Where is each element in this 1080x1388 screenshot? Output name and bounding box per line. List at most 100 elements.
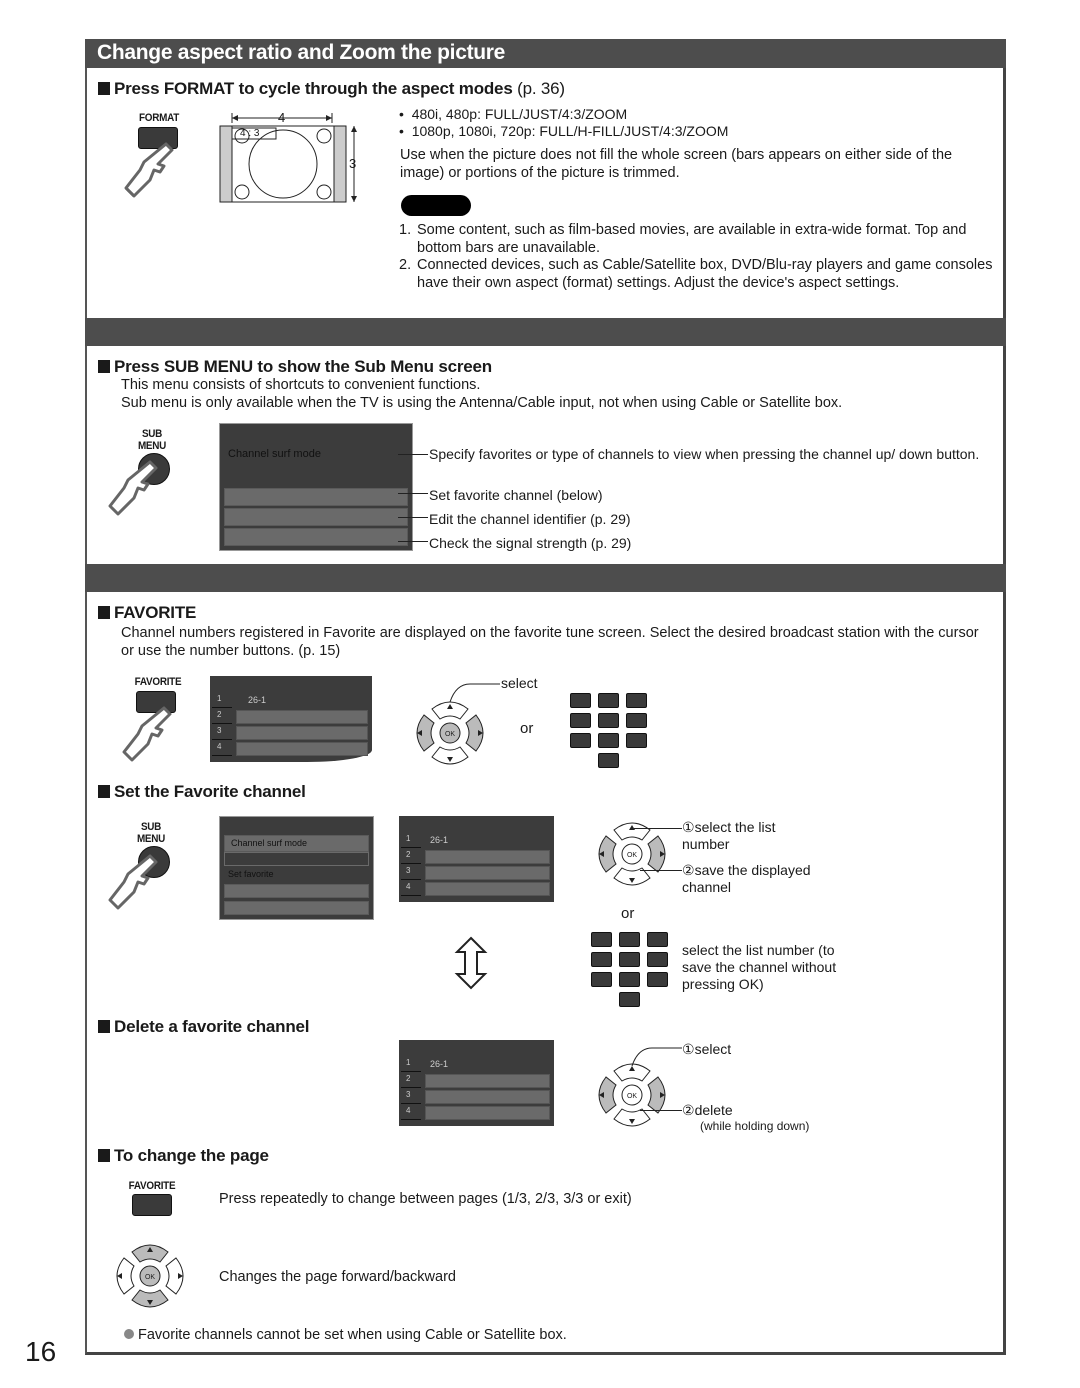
aspect-ratio-diagram [219, 113, 357, 203]
favorite-button-label: FAVORITE [128, 1180, 176, 1192]
callout-set-favorite: Set favorite channel (below) [429, 487, 603, 503]
notes-list: 1. Some content, such as film-based movie… [399, 222, 999, 292]
format-description: Use when the picture does not fill the w… [400, 147, 953, 181]
favorite-slot[interactable] [236, 742, 368, 756]
submenu-button-label: SUB MENU [137, 428, 167, 452]
submenu-screen: Channel surf mode Set favorite [219, 816, 374, 920]
heading-submenu: Press SUB MENU to show the Sub Menu scre… [98, 357, 492, 377]
callout-signal-strength: Check the signal strength (p. 29) [429, 535, 632, 551]
number-key[interactable] [570, 733, 591, 748]
favorite-channel[interactable]: 26-1 [430, 835, 448, 845]
callout-edit-identifier: Edit the channel identifier (p. 29) [429, 511, 631, 527]
callout-line [640, 1110, 682, 1111]
step-select-list: ①select the list number [682, 819, 776, 852]
svg-text:OK: OK [145, 1274, 155, 1281]
menu-item-signal-meter[interactable] [224, 528, 408, 546]
heading-delete-favorite: Delete a favorite channel [98, 1017, 310, 1037]
favorite-description: Channel numbers registered in Favorite a… [121, 625, 979, 659]
cable-note: Favorite channels cannot be set when usi… [124, 1327, 567, 1345]
menu-item-edit-identifier[interactable] [224, 884, 369, 898]
page-number: 16 [25, 1336, 57, 1367]
menu-item-channel-surf[interactable]: Channel surf mode [228, 448, 321, 460]
bullet-square-icon [98, 606, 110, 619]
number-key[interactable] [619, 952, 640, 967]
favorite-slot[interactable] [425, 1106, 550, 1120]
favorite-button[interactable] [132, 1194, 172, 1216]
pressing-hand-icon [122, 706, 172, 762]
heading-format: Press FORMAT to cycle through the aspect… [98, 79, 565, 99]
number-key[interactable] [598, 733, 619, 748]
bullet-square-icon [98, 785, 110, 798]
svg-text:OK: OK [627, 1093, 637, 1100]
menu-item-set-favorite[interactable] [224, 488, 408, 506]
number-key[interactable] [647, 952, 668, 967]
favorite-channel[interactable]: 26-1 [248, 695, 266, 705]
submenu-intro: This menu consists of shortcuts to conve… [121, 377, 843, 411]
number-key[interactable] [626, 693, 647, 708]
callout-line [640, 870, 682, 871]
menu-item-channel-surf[interactable]: Channel surf mode [224, 835, 369, 852]
number-key[interactable] [647, 972, 668, 987]
favorite-slot[interactable] [425, 866, 550, 880]
heading-set-favorite: Set the Favorite channel [98, 782, 306, 802]
dpad-icon[interactable]: OK [410, 695, 490, 771]
number-key[interactable] [626, 713, 647, 728]
favorite-channel[interactable]: 26-1 [430, 1059, 448, 1069]
pressing-hand-icon [124, 142, 174, 198]
callout-line [634, 828, 682, 829]
number-key[interactable] [619, 992, 640, 1007]
bullet-square-icon [98, 82, 110, 95]
number-key[interactable] [598, 693, 619, 708]
format-button-label: FORMAT [139, 112, 179, 124]
or-label: or [621, 905, 635, 922]
submenu-button-label: SUB MENU [136, 821, 166, 845]
number-key[interactable] [619, 932, 640, 947]
favorite-button-label: FAVORITE [134, 676, 182, 688]
favorite-list-screen: 1 26-1 2 3 4 [399, 1040, 554, 1126]
favorite-slot[interactable] [425, 1074, 550, 1088]
number-key[interactable] [591, 952, 612, 967]
svg-text:OK: OK [627, 852, 637, 859]
number-key[interactable] [570, 713, 591, 728]
dpad-icon[interactable]: OK [110, 1238, 190, 1314]
number-key[interactable] [591, 932, 612, 947]
number-key[interactable] [591, 972, 612, 987]
number-key[interactable] [647, 932, 668, 947]
menu-item-set-favorite[interactable]: Set favorite [228, 869, 274, 879]
diagram-width-label: 4 [278, 110, 286, 125]
bullet-square-icon [98, 1149, 110, 1162]
callout-line [398, 541, 428, 542]
favorite-slot[interactable] [425, 882, 550, 896]
number-key[interactable] [570, 693, 591, 708]
callout-line [398, 454, 428, 455]
svg-text:OK: OK [445, 731, 455, 738]
number-key[interactable] [598, 753, 619, 768]
menu-item-option[interactable] [224, 852, 369, 866]
mode-item: • 1080p, 1080i, 720p: FULL/H-FILL/JUST/4… [399, 123, 729, 139]
favorite-page-desc: Press repeatedly to change between pages… [219, 1191, 632, 1207]
bullet-dot-icon [124, 1329, 134, 1339]
bidirectional-arrow-icon [454, 936, 488, 990]
step-select: ①select [682, 1041, 732, 1057]
favorite-slot[interactable] [425, 850, 550, 864]
callout-curve [631, 1047, 682, 1067]
callout-line [398, 517, 428, 518]
step-delete-sub: (while holding down) [700, 1119, 810, 1133]
section-title-aspect: Change aspect ratio and Zoom the picture [85, 39, 1006, 68]
menu-item-edit-identifier[interactable] [224, 508, 408, 526]
number-key[interactable] [598, 713, 619, 728]
arrows-page-desc: Changes the page forward/backward [219, 1269, 456, 1285]
select-label: select [501, 675, 538, 691]
favorite-slot[interactable] [425, 1090, 550, 1104]
menu-item-signal-meter[interactable] [224, 901, 369, 915]
callout-surf-mode: Specify favorites or type of channels to… [429, 446, 980, 462]
number-key[interactable] [619, 972, 640, 987]
heading-change-page: To change the page [98, 1146, 269, 1166]
callout-curve [449, 683, 500, 703]
number-key[interactable] [626, 733, 647, 748]
or-label: or [520, 720, 534, 737]
mode-list: • 480i, 480p: FULL/JUST/4:3/ZOOM • 1080p… [399, 106, 728, 140]
favorite-slot[interactable] [236, 726, 368, 740]
favorite-slot[interactable] [236, 710, 368, 724]
callout-line [398, 493, 428, 494]
